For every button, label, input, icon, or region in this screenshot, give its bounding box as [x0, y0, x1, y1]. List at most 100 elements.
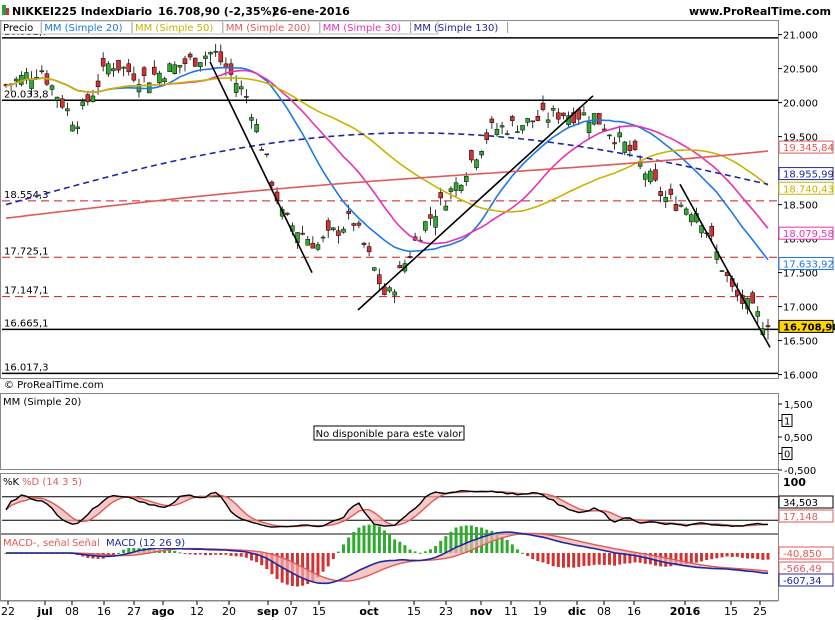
- candle-body: [361, 242, 367, 245]
- macd-histogram-bar: [244, 553, 248, 558]
- candle-body: [617, 132, 622, 138]
- candle-body: [157, 72, 162, 84]
- macd-histogram-bar: [444, 536, 448, 553]
- candle-body: [494, 128, 500, 135]
- price-badge-label: 17.633,92: [783, 259, 834, 270]
- candle-body: [591, 113, 597, 125]
- candle-body: [581, 112, 587, 116]
- level-label: 20.033,8: [4, 89, 49, 100]
- macd-histogram-bar: [597, 553, 601, 565]
- candle-body: [208, 52, 213, 55]
- candle-body: [535, 116, 541, 121]
- candle-body: [172, 64, 178, 74]
- candle-body: [49, 85, 55, 90]
- macd-histogram-bar: [219, 553, 223, 555]
- candle-body: [663, 197, 668, 203]
- macd-histogram-bar: [546, 553, 550, 565]
- macd-histogram-bar: [618, 553, 622, 565]
- candle-body: [356, 222, 362, 226]
- watermark: © ProRealTime.com: [4, 380, 104, 391]
- macd-histogram-bar: [198, 553, 202, 555]
- x-tick-label: 20: [222, 605, 236, 618]
- ma-50-line: [5, 77, 769, 213]
- macd-histogram-bar: [705, 553, 709, 561]
- mm-y-tick-label: 1,500: [784, 400, 813, 411]
- candle-body: [458, 184, 464, 191]
- macd-histogram-bar: [720, 553, 724, 558]
- candle-body: [167, 63, 172, 72]
- x-tick-label: 22: [1, 605, 15, 618]
- price-badge-label: 18.740,43: [783, 184, 834, 195]
- macd-histogram-bar: [229, 553, 233, 556]
- trend-line: [679, 183, 771, 348]
- trend-line: [209, 61, 313, 273]
- macd-histogram-bar: [582, 553, 586, 566]
- candle-body: [305, 238, 310, 246]
- macd-histogram-bar: [398, 541, 402, 553]
- stochastic-oscillator: 100 34,503 17,148: [2, 476, 834, 528]
- macd-histogram-bar: [234, 553, 238, 557]
- y-tick-label: 16.500: [783, 337, 818, 348]
- level-label: 16.017,3: [4, 362, 49, 373]
- macd-histogram-bar: [203, 553, 207, 556]
- macd-histogram-bar: [434, 545, 438, 553]
- candle-body: [177, 65, 183, 68]
- x-tick-label: jul: [36, 605, 52, 618]
- candle-body: [116, 59, 121, 71]
- x-tick-label: 2016: [670, 605, 701, 618]
- x-tick-label: 12: [190, 605, 204, 618]
- macd-histogram-bar: [372, 524, 376, 553]
- candle-body: [95, 80, 101, 88]
- macd-legend-signal: Señal: [72, 538, 100, 549]
- stoch-legend-d: %D (14 3 5): [22, 477, 82, 488]
- macd-histogram-bar: [761, 553, 765, 560]
- mm-y-tick-label: 0,500: [784, 433, 813, 444]
- macd-legend-macd: MACD-, señal: [3, 538, 70, 549]
- candle-body: [612, 142, 617, 145]
- x-tick-label: 16: [97, 605, 111, 618]
- legend-item: MM (Simple 30): [323, 23, 401, 34]
- candle-body: [658, 191, 663, 196]
- candle-body: [300, 232, 305, 235]
- macd-histogram-bar: [561, 553, 565, 568]
- macd-histogram-bar: [388, 534, 392, 553]
- candle-body: [331, 227, 336, 230]
- candle-body: [269, 181, 275, 186]
- quote-label: 16.708,90 (-2,35%): [158, 5, 277, 18]
- candle-body: [198, 62, 203, 67]
- candle-body: [556, 112, 561, 120]
- candle-body: [596, 113, 602, 125]
- macd-histogram-bar: [122, 549, 126, 553]
- candle-body: [192, 57, 198, 67]
- candle-body: [13, 78, 19, 82]
- x-tick-label: oct: [359, 605, 378, 618]
- candle-body: [187, 53, 193, 58]
- candle-body: [377, 274, 382, 285]
- website-label: www.ProRealTime.com: [689, 5, 831, 18]
- macd-histogram-bar: [746, 553, 750, 559]
- candle-body: [668, 188, 674, 195]
- candle-body: [213, 51, 218, 53]
- candle-body: [387, 287, 392, 292]
- candle-body: [423, 221, 428, 231]
- time-x-axis: 22 jul 08 16 27 ago 12 20 sep 07 15 oct 15 23 nov 11 19 d…: [0, 600, 778, 618]
- macd-histogram-bar: [602, 553, 606, 566]
- macd-histogram-bar: [428, 549, 432, 553]
- candle-body: [75, 126, 80, 130]
- x-tick-label: 11: [504, 605, 518, 618]
- mm-y-tick-label: 1: [784, 417, 790, 428]
- price-badge-label: 18.955,99: [783, 170, 834, 181]
- candle-body: [525, 118, 530, 123]
- macd-legend-hist: MACD (12 26 9): [106, 538, 185, 549]
- macd-histogram-bar: [183, 553, 187, 554]
- macd-histogram-bar: [526, 553, 530, 557]
- stoch-badge-label: 17,148: [783, 512, 818, 523]
- macd-histogram-bar: [352, 531, 356, 553]
- x-tick-label: sep: [257, 605, 279, 618]
- candle-body: [520, 125, 525, 131]
- candle-body: [709, 225, 714, 237]
- candle-body: [39, 70, 45, 73]
- macd-histogram-bar: [362, 525, 366, 553]
- macd-histogram-bar: [694, 553, 698, 563]
- candle-body: [622, 141, 628, 153]
